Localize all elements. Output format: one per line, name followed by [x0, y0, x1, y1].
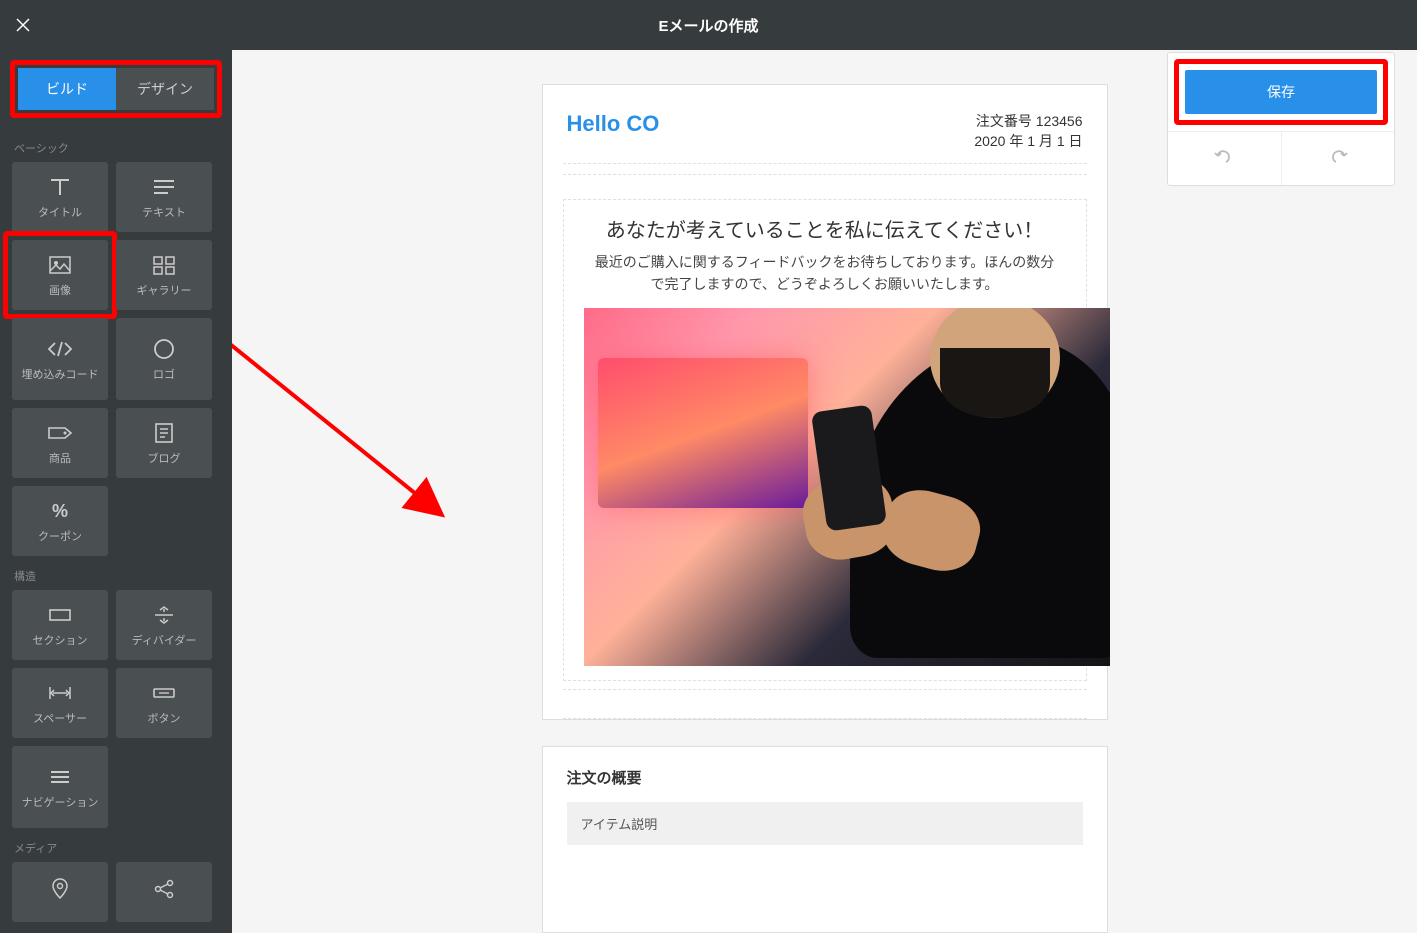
embed-icon [47, 340, 73, 358]
redo-icon [1328, 148, 1348, 164]
email-hero-image[interactable] [584, 308, 1110, 666]
block-logo[interactable]: ロゴ [116, 318, 212, 400]
tab-design[interactable]: デザイン [116, 68, 214, 110]
pin-icon [51, 878, 69, 900]
image-icon [48, 255, 72, 275]
email-brand: Hello CO [567, 111, 660, 151]
block-title-label: タイトル [38, 207, 82, 220]
actions-panel: 保存 [1167, 52, 1395, 186]
button-icon [151, 686, 177, 700]
block-spacer[interactable]: スペーサー [12, 668, 108, 738]
block-button-label: ボタン [148, 713, 181, 726]
section-label-media: メディア [0, 828, 232, 862]
dashed-separator [563, 163, 1087, 175]
table-header: アイテム説明 [567, 802, 1083, 845]
block-product[interactable]: 商品 [12, 408, 108, 478]
block-embed[interactable]: 埋め込みコード [12, 318, 108, 400]
order-date: 2020 年 1 月 1 日 [974, 131, 1082, 151]
spacer-icon [47, 684, 73, 702]
block-section[interactable]: セクション [12, 590, 108, 660]
block-gallery-label: ギャラリー [137, 285, 192, 298]
text-icon [152, 178, 176, 196]
section-icon [47, 606, 73, 624]
block-media-1[interactable] [12, 862, 108, 922]
block-text-label: テキスト [142, 207, 186, 220]
share-icon [153, 878, 175, 900]
sidebar: ビルド デザイン ベーシック タイトル テキスト 画像 ギャラリー [0, 50, 232, 933]
title-icon [47, 177, 73, 197]
close-icon [15, 17, 31, 33]
block-button[interactable]: ボタン [116, 668, 212, 738]
block-spacer-label: スペーサー [33, 713, 87, 726]
block-navigation-label: ナビゲーション [22, 797, 99, 810]
redo-button[interactable] [1282, 132, 1395, 185]
canvas: Hello CO 注文番号 123456 2020 年 1 月 1 日 あなたが… [232, 50, 1417, 933]
block-media-2[interactable] [116, 862, 212, 922]
undo-icon [1214, 148, 1234, 164]
section-label-basic: ベーシック [0, 128, 232, 162]
block-blog[interactable]: ブログ [116, 408, 212, 478]
page-title: Eメールの作成 [658, 15, 758, 36]
block-image[interactable]: 画像 [12, 240, 108, 310]
logo-icon [153, 338, 175, 360]
email-order-meta: 注文番号 123456 2020 年 1 月 1 日 [974, 111, 1082, 151]
annotation-arrow [232, 240, 472, 540]
block-coupon-label: クーポン [38, 531, 82, 544]
email-preview[interactable]: Hello CO 注文番号 123456 2020 年 1 月 1 日 あなたが… [542, 84, 1108, 933]
divider-icon [152, 606, 176, 624]
dashed-gap [563, 689, 1087, 719]
block-embed-label: 埋め込みコード [22, 369, 99, 382]
save-highlight: 保存 [1174, 59, 1388, 125]
block-text[interactable]: テキスト [116, 162, 212, 232]
blog-icon [153, 422, 175, 444]
section-label-structure: 構造 [0, 556, 232, 590]
block-product-label: 商品 [49, 453, 71, 466]
close-button[interactable] [0, 17, 46, 33]
gallery-icon [152, 255, 176, 275]
block-blog-label: ブログ [148, 453, 181, 466]
coupon-icon: % [52, 497, 68, 525]
block-divider-label: ディバイダー [132, 635, 197, 648]
block-navigation[interactable]: ナビゲーション [12, 746, 108, 828]
order-summary-title: 注文の概要 [543, 747, 1107, 802]
navigation-icon [49, 769, 71, 785]
email-subtext: 最近のご購入に関するフィードバックをお待ちしております。ほんの数分で完了しますの… [564, 251, 1086, 308]
sidebar-tabs: ビルド デザイン [18, 68, 214, 110]
top-bar: Eメールの作成 [0, 0, 1417, 50]
save-button[interactable]: 保存 [1185, 70, 1377, 114]
product-icon [47, 424, 73, 442]
tabs-highlight: ビルド デザイン [10, 60, 222, 118]
undo-button[interactable] [1168, 132, 1282, 185]
tab-build[interactable]: ビルド [18, 68, 116, 110]
block-section-label: セクション [33, 635, 88, 648]
block-logo-label: ロゴ [153, 369, 175, 382]
block-image-label: 画像 [49, 285, 71, 298]
block-title[interactable]: タイトル [12, 162, 108, 232]
order-number: 注文番号 123456 [974, 111, 1082, 131]
email-headline: あなたが考えていることを私に伝えてください！ [564, 210, 1086, 251]
block-gallery[interactable]: ギャラリー [116, 240, 212, 310]
block-divider[interactable]: ディバイダー [116, 590, 212, 660]
block-coupon[interactable]: % クーポン [12, 486, 108, 556]
